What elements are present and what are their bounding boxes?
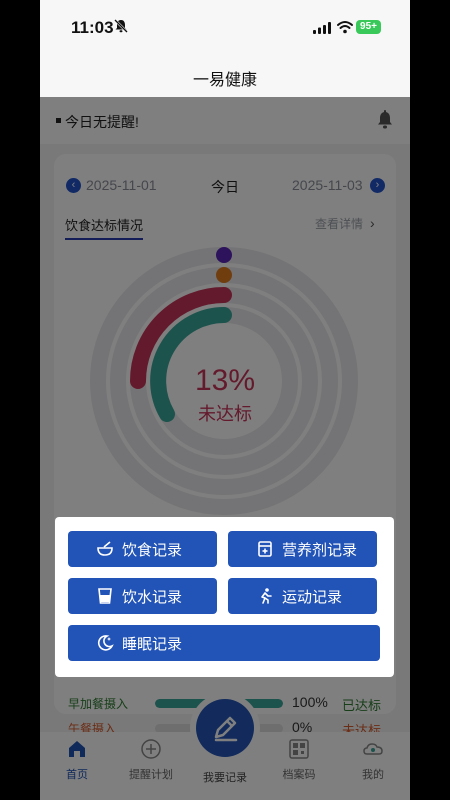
cup-icon (98, 588, 112, 604)
diet-record-button[interactable]: 饮食记录 (68, 531, 217, 567)
exercise-record-label: 运动记录 (282, 588, 343, 606)
signal-icon (313, 22, 331, 34)
moon-icon (97, 635, 114, 651)
nav-bar: 一易健康 (40, 54, 410, 97)
sleep-record-button[interactable]: 睡眠记录 (68, 625, 380, 661)
running-icon (261, 588, 272, 604)
status-time: 11:03 (71, 18, 114, 37)
sleep-record-label: 睡眠记录 (122, 635, 183, 653)
diet-record-label: 饮食记录 (122, 541, 183, 559)
modal-backdrop[interactable] (40, 97, 410, 800)
battery-indicator: 95+ (356, 20, 381, 34)
water-record-label: 饮水记录 (122, 588, 183, 606)
bowl-icon (97, 541, 113, 556)
bell-muted-icon (114, 19, 128, 33)
medicine-box-icon (258, 541, 272, 557)
exercise-record-button[interactable]: 运动记录 (228, 578, 377, 614)
supplement-record-label: 营养剂记录 (282, 541, 358, 559)
wifi-icon (337, 21, 353, 34)
phone-screen: 11:03 95+ 一易健康 今日无提醒! (40, 0, 410, 800)
status-bar: 11:03 95+ (40, 0, 410, 54)
supplement-record-button[interactable]: 营养剂记录 (228, 531, 377, 567)
app-title: 一易健康 (192, 72, 257, 89)
record-menu-popup: 饮食记录 营养剂记录 饮水记录 运动记录 睡眠记录 (55, 517, 394, 677)
water-record-button[interactable]: 饮水记录 (68, 578, 217, 614)
